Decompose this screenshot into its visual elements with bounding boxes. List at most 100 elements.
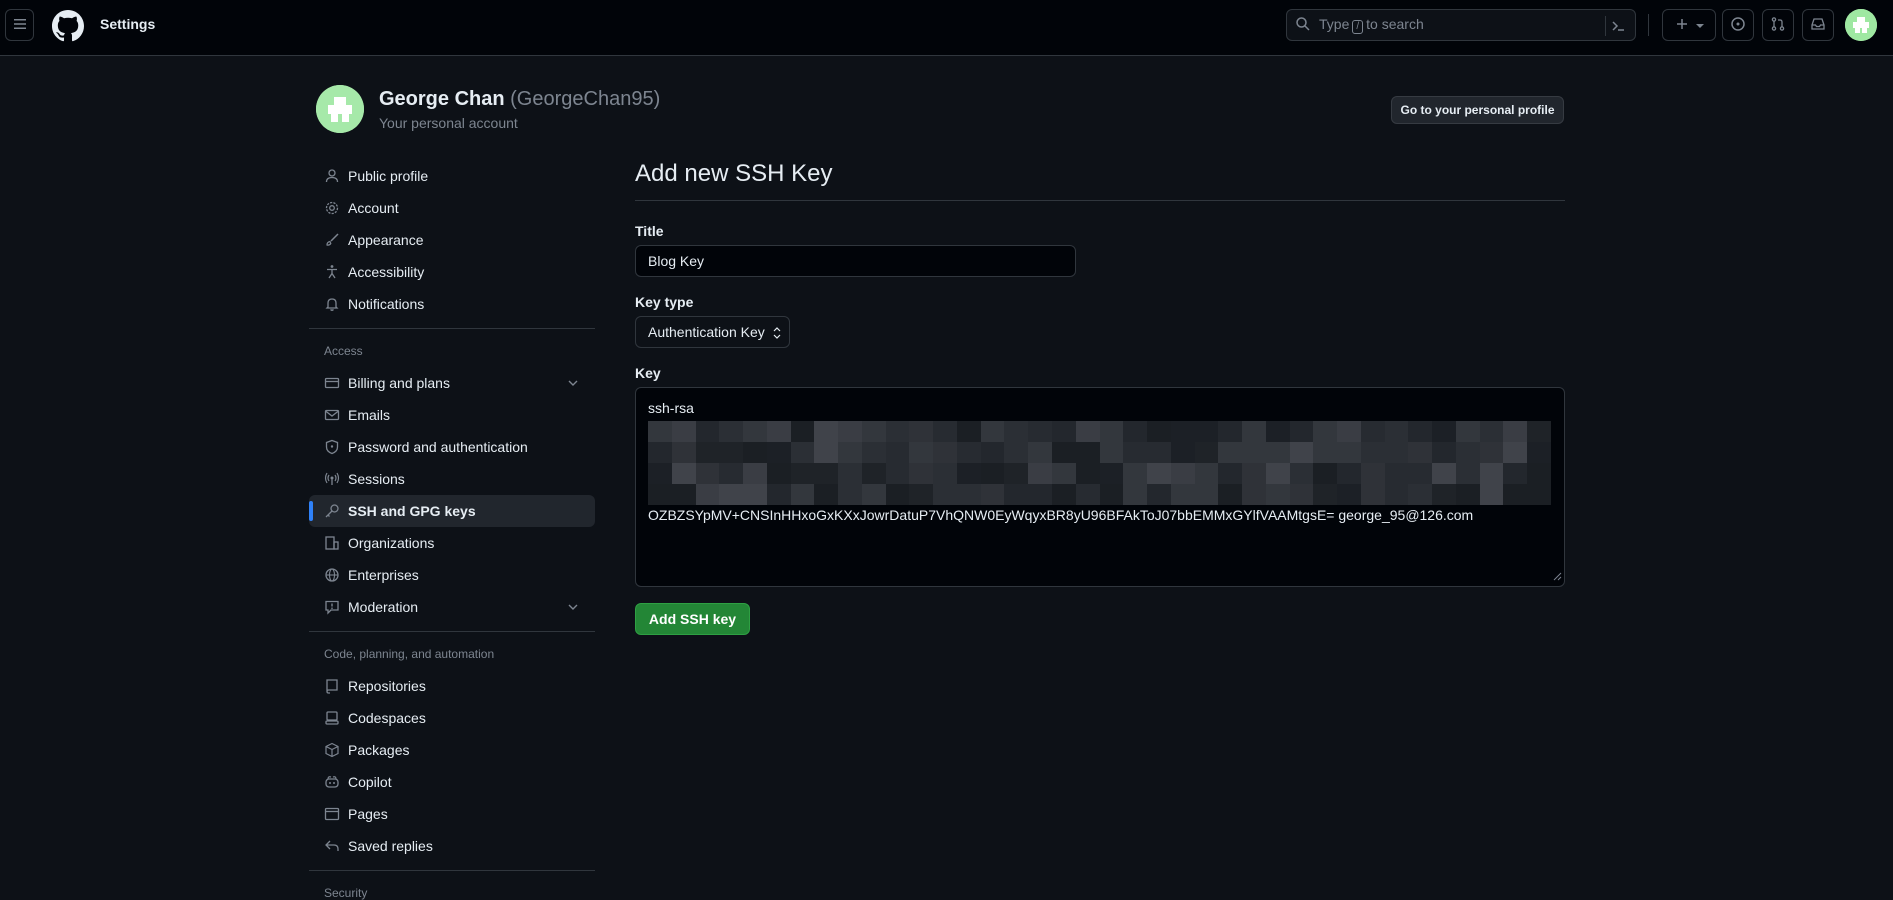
- codespaces-icon: [324, 710, 340, 726]
- pixel-cell: [861, 463, 886, 484]
- pixel-cell: [1218, 463, 1243, 484]
- sidebar-item-password[interactable]: Password and authentication: [309, 431, 595, 463]
- pixel-cell: [1051, 484, 1076, 505]
- title-input[interactable]: Blog Key: [635, 245, 1076, 277]
- pixel-cell: [956, 484, 981, 505]
- pixel-cell: [1313, 442, 1338, 463]
- reply-icon: [324, 838, 340, 854]
- page-context-title[interactable]: Settings: [100, 16, 155, 32]
- sidebar-item-pages[interactable]: Pages: [309, 798, 595, 830]
- pixel-cell: [1527, 421, 1551, 442]
- pixel-cell: [766, 463, 791, 484]
- sidebar-item-sessions[interactable]: Sessions: [309, 463, 595, 495]
- pixel-cell: [1099, 463, 1124, 484]
- menu-button[interactable]: [5, 9, 34, 41]
- pixel-cell: [719, 484, 744, 505]
- pixel-cell: [1099, 421, 1124, 442]
- inbox-button[interactable]: [1802, 9, 1834, 41]
- command-palette-icon[interactable]: [1605, 16, 1629, 36]
- sidebar-item-saved-replies[interactable]: Saved replies: [309, 830, 595, 862]
- sidebar-item-moderation[interactable]: Moderation: [309, 591, 595, 623]
- key-first-line: ssh-rsa: [648, 400, 694, 416]
- pixel-cell: [1147, 463, 1171, 484]
- key-type-select[interactable]: Authentication Key: [635, 316, 790, 348]
- key-icon: [324, 503, 340, 519]
- pixel-cell: [648, 463, 672, 484]
- pixel-cell: [1028, 463, 1052, 484]
- triangle-down-icon: [1696, 17, 1704, 33]
- sidebar-item-appearance[interactable]: Appearance: [309, 224, 595, 256]
- sidebar-item-enterprises[interactable]: Enterprises: [309, 559, 595, 591]
- sidebar-item-ssh-gpg-keys[interactable]: SSH and GPG keys: [309, 495, 595, 527]
- pixel-cell: [1194, 484, 1219, 505]
- hamburger-icon: [12, 16, 28, 35]
- sidebar-item-codespaces[interactable]: Codespaces: [309, 702, 595, 734]
- pull-requests-button[interactable]: [1762, 9, 1794, 41]
- pixel-cell: [790, 484, 815, 505]
- pixel-cell: [671, 442, 696, 463]
- pixel-cell: [1075, 442, 1100, 463]
- pixel-cell: [1337, 442, 1361, 463]
- pixel-cell: [1194, 463, 1219, 484]
- pixel-cell: [1028, 484, 1052, 505]
- pixel-cell: [1004, 442, 1029, 463]
- pixel-cell: [1360, 463, 1385, 484]
- pixel-cell: [909, 463, 934, 484]
- pixel-cell: [1170, 442, 1195, 463]
- sidebar-item-emails[interactable]: Emails: [309, 399, 595, 431]
- sidebar-item-account[interactable]: Account: [309, 192, 595, 224]
- pixel-cell: [980, 463, 1005, 484]
- chevron-down-icon[interactable]: [565, 375, 581, 394]
- resize-handle-icon[interactable]: [1552, 568, 1562, 584]
- redacted-key-pixelation: [648, 421, 1551, 505]
- repo-icon: [324, 678, 340, 694]
- pixel-cell: [814, 442, 839, 463]
- pixel-cell: [695, 463, 720, 484]
- key-last-line: OZBZSYpMV+CNSInHHxoGxKXxJowrDatuP7VhQNW0…: [648, 507, 1474, 523]
- pixel-cell: [1075, 484, 1100, 505]
- sidebar-item-notifications[interactable]: Notifications: [309, 288, 595, 320]
- issue-opened-icon: [1730, 16, 1746, 35]
- user-avatar[interactable]: [1845, 9, 1877, 41]
- search-placeholder: Type / to search: [1319, 16, 1424, 34]
- create-new-button[interactable]: [1662, 9, 1716, 41]
- search-input[interactable]: Type / to search: [1286, 9, 1636, 41]
- pixel-cell: [1408, 421, 1433, 442]
- pixel-cell: [1194, 442, 1219, 463]
- pixel-cell: [790, 421, 815, 442]
- pixel-cell: [1265, 442, 1290, 463]
- pixel-cell: [1408, 463, 1433, 484]
- pixel-cell: [909, 421, 934, 442]
- globe-icon: [324, 567, 340, 583]
- sidebar-item-repositories[interactable]: Repositories: [309, 670, 595, 702]
- sidebar-item-public-profile[interactable]: Public profile: [309, 160, 595, 192]
- github-logo-icon[interactable]: [52, 10, 84, 42]
- search-icon: [1295, 16, 1311, 35]
- credit-card-icon: [324, 375, 340, 391]
- pixel-cell: [1408, 484, 1433, 505]
- issues-button[interactable]: [1722, 9, 1754, 41]
- page-title: Add new SSH Key: [635, 160, 1565, 201]
- key-textarea[interactable]: ssh-rsa OZBZSYpMV+CNSInHHxoGxKXxJowrDatu…: [635, 387, 1565, 587]
- sidebar-item-accessibility[interactable]: Accessibility: [309, 256, 595, 288]
- add-ssh-key-button[interactable]: Add SSH key: [635, 603, 750, 635]
- sidebar-item-copilot[interactable]: Copilot: [309, 766, 595, 798]
- pixel-cell: [1051, 442, 1076, 463]
- sidebar-item-packages[interactable]: Packages: [309, 734, 595, 766]
- pixel-cell: [933, 421, 957, 442]
- sidebar-divider: [309, 631, 595, 632]
- sidebar-item-billing[interactable]: Billing and plans: [309, 367, 595, 399]
- git-pull-request-icon: [1770, 16, 1786, 35]
- pixel-cell: [980, 442, 1005, 463]
- pixel-cell: [1170, 484, 1195, 505]
- pixel-cell: [980, 421, 1005, 442]
- go-to-profile-button[interactable]: Go to your personal profile: [1391, 96, 1564, 124]
- pixel-cell: [671, 484, 696, 505]
- pixel-cell: [1147, 484, 1171, 505]
- pixel-cell: [1384, 421, 1409, 442]
- pixel-cell: [1313, 484, 1338, 505]
- pixel-cell: [743, 421, 767, 442]
- chevron-down-icon[interactable]: [565, 599, 581, 618]
- sidebar-item-organizations[interactable]: Organizations: [309, 527, 595, 559]
- pixel-cell: [814, 421, 839, 442]
